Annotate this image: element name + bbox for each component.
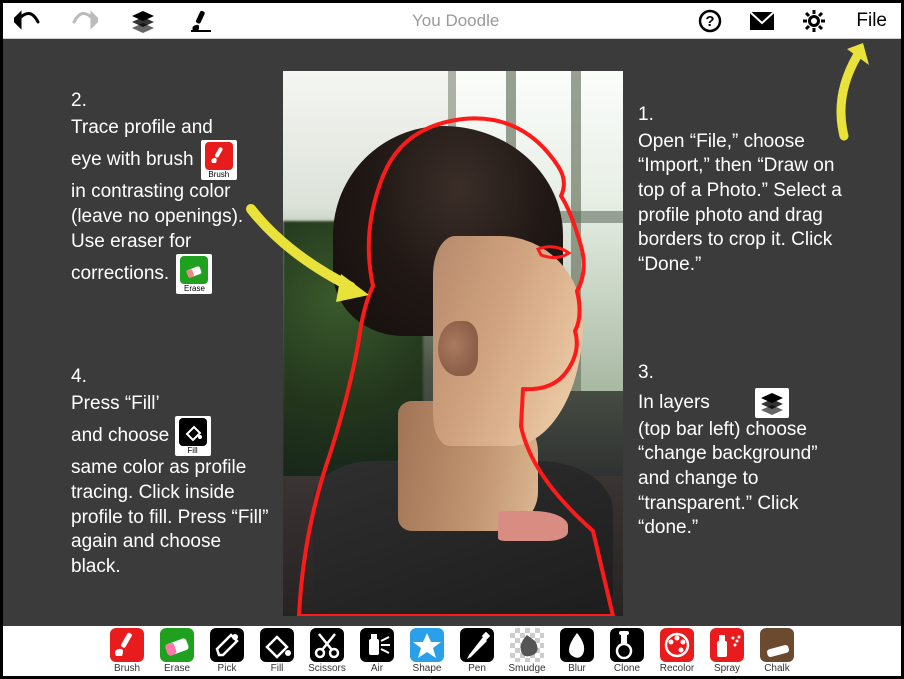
gear-icon[interactable]	[800, 7, 828, 35]
svg-text:?: ?	[706, 13, 715, 30]
step2-num: 2.	[71, 89, 271, 114]
instruction-step-1: 1. Open “File,” choose “Import,” then “D…	[638, 103, 853, 278]
tool-chalk[interactable]: Chalk	[755, 628, 799, 674]
step1-text: Open “File,” choose “Import,” then “Draw…	[638, 130, 853, 278]
tool-blur[interactable]: Blur	[555, 628, 599, 674]
instruction-step-4: 4. Press “Fill’ and choose Fill same col…	[71, 365, 271, 580]
redo-icon[interactable]	[71, 7, 99, 35]
canvas-photo[interactable]	[283, 71, 623, 616]
layers-icon[interactable]	[129, 7, 157, 35]
help-icon[interactable]: ?	[696, 7, 724, 35]
tool-spray[interactable]: Spray	[705, 628, 749, 674]
step2-text-a: Trace profile and	[71, 117, 213, 138]
brush-config-icon[interactable]	[187, 7, 215, 35]
tool-erase[interactable]: Erase	[155, 628, 199, 674]
step2-text-d: corrections.	[71, 263, 169, 284]
tool-fill[interactable]: Fill	[255, 628, 299, 674]
instruction-step-2: 2. Trace profile and eye with brush Brus…	[71, 89, 271, 294]
mail-icon[interactable]	[748, 7, 776, 35]
step2-text-b: eye with brush	[71, 149, 194, 170]
top-toolbar: You Doodle ? File	[3, 3, 901, 39]
step3-text-a: In layers	[638, 392, 710, 413]
app-title: You Doodle	[215, 11, 696, 31]
undo-icon[interactable]	[13, 7, 41, 35]
instruction-step-3: 3. In layers (top bar left) choose “chan…	[638, 361, 853, 541]
tool-brush[interactable]: Brush	[105, 628, 149, 674]
tool-scissors[interactable]: Scissors	[305, 628, 349, 674]
tool-clone[interactable]: Clone	[605, 628, 649, 674]
erase-mini-icon: Erase	[176, 254, 212, 294]
bottom-toolbar: BrushErasePickFillScissorsAirShapePenSmu…	[3, 626, 901, 676]
tool-pen[interactable]: Pen	[455, 628, 499, 674]
step1-num: 1.	[638, 103, 853, 128]
step3-num: 3.	[638, 361, 853, 386]
step4-text-a: Press “Fill’	[71, 393, 160, 414]
tool-pick[interactable]: Pick	[205, 628, 249, 674]
tool-shape[interactable]: Shape	[405, 628, 449, 674]
step4-text-c: same color as profile tracing. Click ins…	[71, 457, 268, 577]
file-menu-button[interactable]: File	[852, 10, 891, 32]
fill-mini-icon: Fill	[175, 416, 211, 456]
tool-air[interactable]: Air	[355, 628, 399, 674]
tool-smudge[interactable]: Smudge	[505, 628, 549, 674]
step4-text-b: and choose	[71, 425, 169, 446]
step2-text-c: in contrasting color (leave no openings)…	[71, 181, 243, 251]
layers-mini-icon	[755, 388, 789, 418]
brush-mini-icon: Brush	[201, 140, 237, 180]
tool-recolor[interactable]: Recolor	[655, 628, 699, 674]
step4-num: 4.	[71, 365, 271, 390]
step3-text-b: (top bar left) choose “change background…	[638, 419, 818, 539]
